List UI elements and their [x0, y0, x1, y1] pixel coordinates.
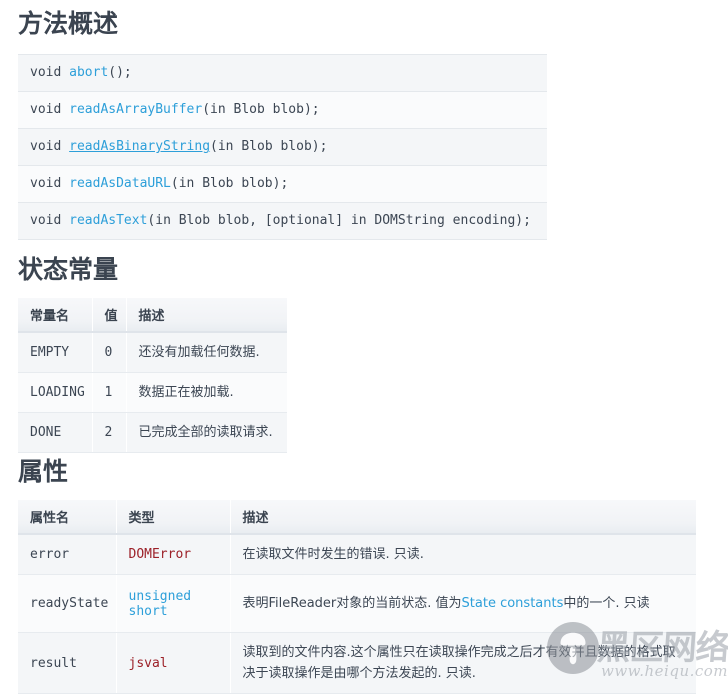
- return-type: void: [30, 65, 70, 80]
- return-type: void: [30, 213, 70, 228]
- property-description-cell: 在读取文件时发生的错误. 只读.: [230, 534, 696, 575]
- table-row: error DOMError 在读取文件时发生的错误. 只读.: [18, 534, 696, 575]
- constant-value-cell: 1: [92, 372, 127, 413]
- table-row: readyState unsigned short 表明FileReader对象…: [18, 574, 696, 633]
- property-type-cell: jsval: [116, 632, 231, 694]
- desc-text-after: 中的一个. 只读: [563, 596, 650, 611]
- method-args: (in Blob blob);: [170, 176, 289, 191]
- property-type-cell[interactable]: unsigned short: [116, 574, 231, 633]
- method-signature-list: void abort(); void readAsArrayBuffer(in …: [18, 54, 547, 240]
- property-name-cell: error: [18, 534, 117, 575]
- constant-name-cell: LOADING: [18, 372, 93, 413]
- page-title-methods: 方法概述: [18, 9, 119, 38]
- table-row: EMPTY 0 还没有加载任何数据.: [18, 332, 287, 373]
- table-row: DONE 2 已完成全部的读取请求.: [18, 412, 287, 453]
- method-args: (in Blob blob, [optional] in DOMString e…: [147, 213, 531, 228]
- state-constants-link[interactable]: State constants: [462, 596, 564, 611]
- method-signature-row: void readAsDataURL(in Blob blob);: [18, 166, 547, 203]
- table-header-row: 属性名 类型 描述: [18, 500, 696, 535]
- column-header-description: 描述: [230, 500, 696, 535]
- table-row: result jsval 读取到的文件内容.这个属性只在读取操作完成之后才有效并…: [18, 632, 696, 694]
- table-row: LOADING 1 数据正在被加载.: [18, 372, 287, 413]
- property-description-cell: 表明FileReader对象的当前状态. 值为State constants中的…: [230, 574, 696, 633]
- state-constants-table: 常量名 值 描述 EMPTY 0 还没有加载任何数据. LOADING 1 数据…: [18, 298, 287, 453]
- method-name-link[interactable]: readAsBinaryString: [69, 139, 210, 154]
- constant-description-cell: 数据正在被加载.: [126, 372, 287, 413]
- return-type: void: [30, 102, 70, 117]
- property-type-cell: DOMError: [116, 534, 231, 575]
- constant-value-cell: 2: [92, 412, 127, 453]
- return-type: void: [30, 139, 70, 154]
- method-name-link[interactable]: abort: [69, 65, 108, 80]
- documentation-page: 方法概述 void abort(); void readAsArrayBuffe…: [0, 0, 728, 694]
- desc-text: 在读取文件时发生的错误. 只读.: [242, 547, 424, 562]
- column-header-value: 值: [92, 298, 127, 333]
- constant-description-cell: 已完成全部的读取请求.: [126, 412, 287, 453]
- page-title-properties: 属性: [18, 457, 69, 486]
- property-name-cell: result: [18, 632, 117, 694]
- method-signature-row: void readAsBinaryString(in Blob blob);: [18, 129, 547, 166]
- return-type: void: [30, 176, 70, 191]
- method-name-link[interactable]: readAsText: [69, 213, 147, 228]
- desc-text: 读取到的文件内容.这个属性只在读取操作完成之后才有效并且数据的格式取决于读取操作…: [242, 645, 676, 681]
- method-args: ();: [108, 65, 132, 80]
- desc-text-before: 表明FileReader对象的当前状态. 值为: [242, 596, 462, 611]
- constant-description-cell: 还没有加载任何数据.: [126, 332, 287, 373]
- properties-table: 属性名 类型 描述 error DOMError 在读取文件时发生的错误. 只读…: [18, 500, 696, 694]
- table-header-row: 常量名 值 描述: [18, 298, 287, 333]
- constant-name-cell: DONE: [18, 412, 93, 453]
- method-signature-row: void readAsArrayBuffer(in Blob blob);: [18, 92, 547, 129]
- column-header-property-name: 属性名: [18, 500, 117, 535]
- page-title-state-constants: 状态常量: [18, 255, 119, 284]
- constant-value-cell: 0: [92, 332, 127, 373]
- column-header-constant-name: 常量名: [18, 298, 93, 333]
- method-args: (in Blob blob);: [210, 139, 328, 154]
- constant-name-cell: EMPTY: [18, 332, 93, 373]
- property-name-cell: readyState: [18, 574, 117, 633]
- method-name-link[interactable]: readAsArrayBuffer: [69, 102, 202, 117]
- method-signature-row: void abort();: [18, 55, 547, 92]
- method-signature-row: void readAsText(in Blob blob, [optional]…: [18, 203, 547, 240]
- method-args: (in Blob blob);: [202, 102, 320, 117]
- property-description-cell: 读取到的文件内容.这个属性只在读取操作完成之后才有效并且数据的格式取决于读取操作…: [230, 632, 696, 694]
- column-header-description: 描述: [126, 298, 287, 333]
- method-name-link[interactable]: readAsDataURL: [69, 176, 171, 191]
- column-header-type: 类型: [116, 500, 231, 535]
